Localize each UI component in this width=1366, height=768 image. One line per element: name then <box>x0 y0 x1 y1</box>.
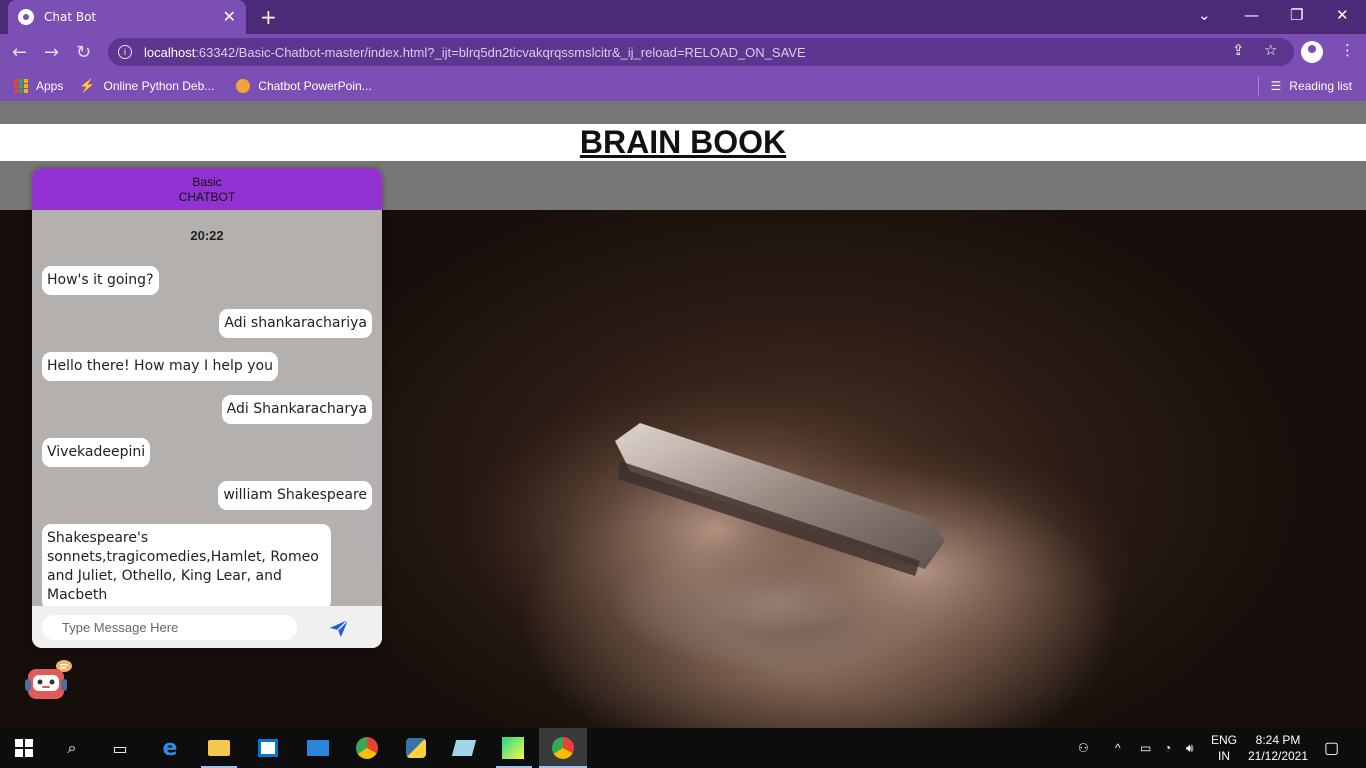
user-message: Adi shankarachariya <box>219 309 372 338</box>
tab-close-icon[interactable]: ✕ <box>223 9 236 25</box>
site-header: BRAIN BOOK <box>0 124 1366 161</box>
bot-message: Vivekadeepini <box>42 438 151 467</box>
wifi-icon[interactable]: ◔ <box>1164 728 1171 768</box>
url-host: localhost <box>144 44 196 60</box>
browser-tab-bar: Chat Bot ✕ + ⌄ — ❐ ✕ <box>0 0 1366 34</box>
windows-start-icon[interactable] <box>12 736 36 760</box>
reload-icon[interactable]: ↻ <box>76 42 91 63</box>
message-input[interactable] <box>42 615 297 640</box>
chat-timestamp: 20:22 <box>190 228 224 243</box>
site-info-icon[interactable]: i <box>118 45 132 59</box>
bookmark-label: Chatbot PowerPoin... <box>258 78 372 93</box>
chevron-up-icon[interactable]: ^ <box>1115 728 1121 768</box>
chrome-profile-icon[interactable] <box>551 736 575 760</box>
tab-favicon-icon <box>18 9 34 25</box>
reading-list-button[interactable]: ☰ Reading list <box>1257 77 1352 95</box>
window-close-icon[interactable]: ✕ <box>1336 6 1349 24</box>
chrome-icon[interactable] <box>355 736 379 760</box>
reading-list-label: Reading list <box>1289 79 1352 93</box>
site-title: BRAIN BOOK <box>579 124 787 160</box>
url-path: :63342/Basic-Chatbot-master/index.html?_… <box>195 44 806 60</box>
chatbot-launcher-icon[interactable] <box>22 657 74 703</box>
profile-avatar-icon[interactable] <box>1301 41 1323 63</box>
file-explorer-icon[interactable] <box>207 736 231 760</box>
share-icon[interactable]: ⇪ <box>1232 41 1245 59</box>
restore-icon[interactable]: ❐ <box>1290 6 1303 24</box>
new-tab-button[interactable]: + <box>260 5 277 29</box>
bot-message: Hello there! How may I help you <box>42 352 278 381</box>
browser-tab[interactable]: Chat Bot ✕ <box>8 0 246 34</box>
top-strip <box>0 101 1366 124</box>
chat-header-line1: Basic <box>192 175 222 189</box>
bookmarks-bar: Apps ⚡ Online Python Deb... Chatbot Powe… <box>0 70 1366 101</box>
python-icon[interactable] <box>404 736 428 760</box>
reading-list-icon: ☰ <box>1270 79 1282 93</box>
bookmark-label: Apps <box>36 78 64 93</box>
tab-search-icon[interactable]: ⌄ <box>1198 6 1211 24</box>
address-bar-row: ← → ↻ i localhost:63342/Basic-Chatbot-ma… <box>0 34 1366 70</box>
volume-icon[interactable]: 🔊︎ <box>1186 728 1194 768</box>
bot-message: Shakespeare's sonnets,tragicomedies,Haml… <box>42 524 331 610</box>
store-icon[interactable] <box>256 736 280 760</box>
minimize-icon[interactable]: — <box>1244 6 1259 24</box>
taskbar: ⌕ ▭ e ⚇ ^ ▭ ◔ 🔊︎ ENG IN 8:24 PM 21/12/20… <box>0 728 1366 768</box>
send-icon[interactable] <box>328 617 350 639</box>
bookmark-label: Online Python Deb... <box>103 78 215 93</box>
bookmark-apps[interactable]: Apps <box>14 78 64 93</box>
clock-date: 21/12/2021 <box>1247 749 1309 763</box>
bookmark-python-debugger[interactable]: ⚡ Online Python Deb... <box>79 78 214 94</box>
apps-grid-icon <box>14 78 28 93</box>
tab-title: Chat Bot <box>44 10 97 24</box>
chat-window: Basic CHATBOT 20:22 How's it going? Adi … <box>32 168 382 648</box>
user-message: william Shakespeare <box>218 481 372 510</box>
notification-icon[interactable]: ▢ <box>1324 728 1339 768</box>
lang-code: ENG <box>1210 733 1237 747</box>
menu-kebab-icon[interactable]: ⋮ <box>1340 41 1355 59</box>
chat-header-line2: CHATBOT <box>178 190 236 204</box>
search-icon[interactable]: ⌕ <box>60 736 84 760</box>
system-clock[interactable]: 8:24 PM 21/12/2021 <box>1244 732 1312 764</box>
chat-header: Basic CHATBOT <box>32 168 382 210</box>
bolt-icon: ⚡ <box>79 77 96 93</box>
edge-browser-icon[interactable]: e <box>158 736 182 761</box>
chat-input-bar <box>32 606 382 648</box>
pycharm-icon[interactable] <box>501 736 525 760</box>
lang-region: IN <box>1218 749 1230 763</box>
mail-icon[interactable] <box>306 736 330 760</box>
bookmark-chatbot-ppt[interactable]: Chatbot PowerPoin... <box>236 78 372 93</box>
bot-message: How's it going? <box>42 266 159 295</box>
notes-app-icon[interactable] <box>451 736 477 760</box>
task-view-icon[interactable]: ▭ <box>108 736 132 760</box>
language-indicator[interactable]: ENG IN <box>1208 732 1240 764</box>
divider <box>1257 77 1259 95</box>
battery-icon[interactable]: ▭ <box>1140 728 1151 768</box>
bookmark-star-icon[interactable]: ☆ <box>1264 41 1277 59</box>
user-message: Adi Shankaracharya <box>221 395 372 424</box>
url-input[interactable]: i localhost:63342/Basic-Chatbot-master/i… <box>108 38 1294 66</box>
forward-arrow-icon[interactable]: → <box>44 42 59 63</box>
powerpoint-icon <box>236 78 251 93</box>
people-icon[interactable]: ⚇ <box>1078 728 1089 768</box>
back-arrow-icon[interactable]: ← <box>12 42 27 63</box>
clock-time: 8:24 PM <box>1255 733 1301 747</box>
